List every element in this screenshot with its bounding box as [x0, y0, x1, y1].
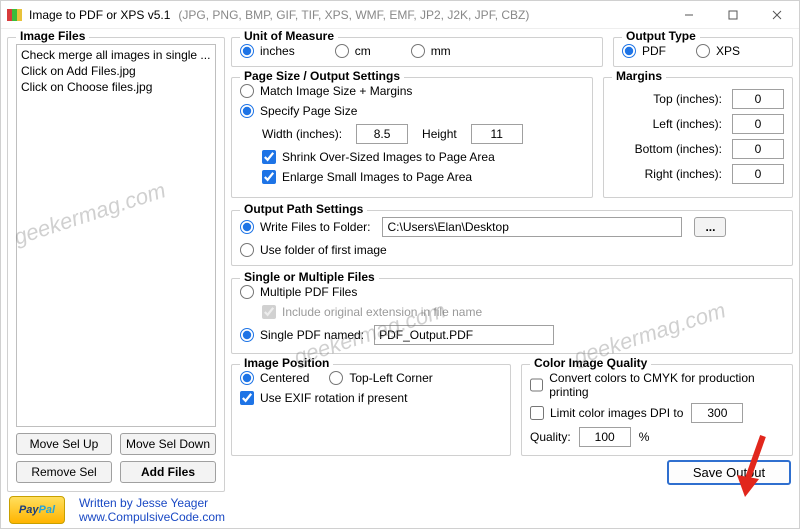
match-size-radio[interactable]: Match Image Size + Margins: [240, 84, 584, 98]
app-icon: [7, 7, 23, 23]
save-output-button[interactable]: Save Output: [667, 460, 791, 485]
unit-of-measure-group: Unit of Measure inches cm mm: [231, 37, 603, 67]
close-button[interactable]: [755, 1, 799, 29]
move-up-button[interactable]: Move Sel Up: [16, 433, 112, 455]
margin-bottom-input[interactable]: [732, 139, 784, 159]
image-files-group: Image Files Check merge all images in si…: [7, 37, 225, 492]
specify-size-radio[interactable]: Specify Page Size: [240, 104, 584, 118]
output-folder-input[interactable]: [382, 217, 682, 237]
quality-input[interactable]: [579, 427, 631, 447]
move-down-button[interactable]: Move Sel Down: [120, 433, 216, 455]
multiple-pdf-radio[interactable]: Multiple PDF Files: [240, 285, 784, 299]
author-label: Written by Jesse Yeager: [79, 496, 225, 510]
unit-mm-radio[interactable]: mm: [411, 44, 451, 58]
credits: Written by Jesse Yeager www.CompulsiveCo…: [79, 496, 225, 524]
write-folder-radio[interactable]: Write Files to Folder:: [240, 220, 370, 234]
site-link[interactable]: www.CompulsiveCode.com: [79, 510, 225, 524]
exif-checkbox[interactable]: Use EXIF rotation if present: [240, 391, 502, 405]
margin-left-label: Left (inches):: [653, 117, 722, 131]
height-label: Height: [422, 127, 457, 141]
unit-cm-radio[interactable]: cm: [335, 44, 371, 58]
width-label: Width (inches):: [262, 127, 342, 141]
window-title: Image to PDF or XPS v5.1: [29, 8, 170, 22]
limit-dpi-checkbox[interactable]: Limit color images DPI to: [530, 406, 683, 420]
minimize-button[interactable]: [667, 1, 711, 29]
single-multiple-legend: Single or Multiple Files: [240, 270, 379, 284]
width-input[interactable]: [356, 124, 408, 144]
output-type-group: Output Type PDF XPS: [613, 37, 793, 67]
output-path-legend: Output Path Settings: [240, 202, 367, 216]
centered-radio[interactable]: Centered: [240, 371, 309, 385]
convert-cmyk-checkbox[interactable]: Convert colors to CMYK for production pr…: [530, 371, 784, 399]
list-item[interactable]: Click on Choose files.jpg: [19, 79, 213, 95]
enlarge-checkbox[interactable]: Enlarge Small Images to Page Area: [262, 170, 584, 184]
list-item[interactable]: Check merge all images in single ...: [19, 47, 213, 63]
margin-bottom-label: Bottom (inches):: [635, 142, 722, 156]
output-xps-radio[interactable]: XPS: [696, 44, 740, 58]
image-files-legend: Image Files: [16, 29, 89, 43]
paypal-donate-button[interactable]: PayPal: [9, 496, 65, 524]
output-pdf-radio[interactable]: PDF: [622, 44, 666, 58]
titlebar: Image to PDF or XPS v5.1 (JPG, PNG, BMP,…: [1, 1, 799, 29]
limit-dpi-input[interactable]: [691, 403, 743, 423]
add-files-button[interactable]: Add Files: [120, 461, 216, 483]
margins-group: Margins Top (inches): Left (inches): Bot…: [603, 77, 793, 198]
window-formats: (JPG, PNG, BMP, GIF, TIF, XPS, WMF, EMF,…: [178, 8, 529, 22]
remove-button[interactable]: Remove Sel: [16, 461, 112, 483]
margin-right-label: Right (inches):: [645, 167, 722, 181]
image-position-legend: Image Position: [240, 356, 333, 370]
unit-inches-radio[interactable]: inches: [240, 44, 295, 58]
single-pdf-name-input[interactable]: [374, 325, 554, 345]
page-size-group: Page Size / Output Settings Match Image …: [231, 77, 593, 198]
output-path-group: Output Path Settings Write Files to Fold…: [231, 210, 793, 266]
include-extension-checkbox: Include original extension in file name: [262, 305, 784, 319]
margins-legend: Margins: [612, 69, 666, 83]
shrink-checkbox[interactable]: Shrink Over-Sized Images to Page Area: [262, 150, 584, 164]
window-buttons: [667, 1, 799, 29]
browse-folder-button[interactable]: ...: [694, 217, 726, 237]
topleft-radio[interactable]: Top-Left Corner: [329, 371, 432, 385]
unit-legend: Unit of Measure: [240, 29, 338, 43]
percent-label: %: [639, 430, 650, 444]
file-list[interactable]: Check merge all images in single ... Cli…: [16, 44, 216, 427]
page-size-legend: Page Size / Output Settings: [240, 69, 404, 83]
list-item[interactable]: Click on Add Files.jpg: [19, 63, 213, 79]
color-quality-legend: Color Image Quality: [530, 356, 651, 370]
height-input[interactable]: [471, 124, 523, 144]
margin-top-label: Top (inches):: [653, 92, 722, 106]
maximize-button[interactable]: [711, 1, 755, 29]
margin-left-input[interactable]: [732, 114, 784, 134]
margin-right-input[interactable]: [732, 164, 784, 184]
color-quality-group: Color Image Quality Convert colors to CM…: [521, 364, 793, 456]
single-pdf-radio[interactable]: Single PDF named:: [240, 328, 364, 342]
image-position-group: Image Position Centered Top-Left Corner …: [231, 364, 511, 456]
quality-label: Quality:: [530, 430, 571, 444]
margin-top-input[interactable]: [732, 89, 784, 109]
output-type-legend: Output Type: [622, 29, 700, 43]
use-first-folder-radio[interactable]: Use folder of first image: [240, 243, 784, 257]
single-multiple-group: Single or Multiple Files Multiple PDF Fi…: [231, 278, 793, 354]
